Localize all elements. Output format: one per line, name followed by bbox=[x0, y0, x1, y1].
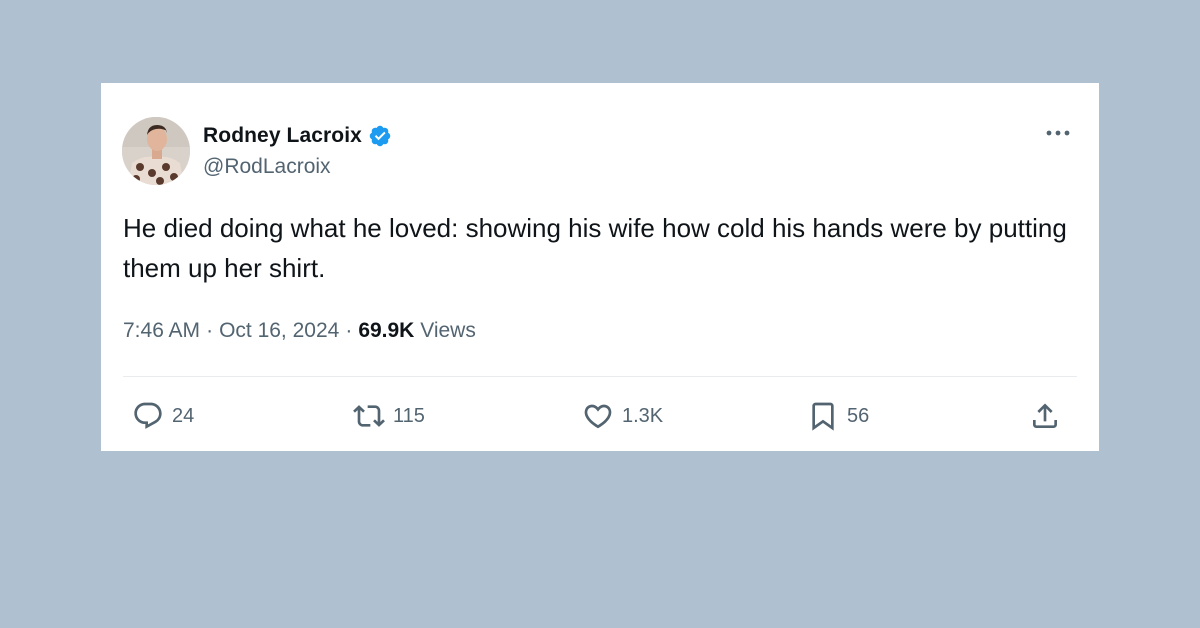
tweet-time[interactable]: 7:46 AM bbox=[123, 319, 200, 342]
tweet-text: He died doing what he loved: showing his… bbox=[123, 213, 1067, 283]
share-upload-icon bbox=[1033, 403, 1057, 428]
author-handle[interactable]: @RodLacroix bbox=[203, 155, 331, 179]
more-options-button[interactable] bbox=[1043, 121, 1073, 145]
reply-bubble-icon bbox=[134, 402, 162, 429]
tweet-metadata: 7:46 AM · Oct 16, 2024 · 69.9K Views bbox=[123, 319, 476, 343]
bookmark-button[interactable]: 56 bbox=[807, 396, 869, 436]
heart-icon bbox=[584, 404, 612, 429]
bookmark-icon bbox=[812, 402, 834, 431]
avatar-image bbox=[122, 117, 190, 185]
tweet-date[interactable]: Oct 16, 2024 bbox=[219, 319, 339, 342]
verified-badge-icon bbox=[368, 124, 392, 148]
avatar[interactable] bbox=[122, 117, 190, 185]
views-count[interactable]: 69.9K bbox=[358, 319, 414, 342]
retweet-icon bbox=[353, 405, 385, 427]
meta-separator: · bbox=[206, 319, 214, 342]
meta-separator: · bbox=[345, 319, 353, 342]
more-horizontal-icon bbox=[1046, 130, 1070, 136]
reply-count: 24 bbox=[172, 404, 195, 427]
like-button[interactable]: 1.3K bbox=[582, 396, 663, 436]
bookmark-count: 56 bbox=[847, 404, 870, 427]
action-bar: 24 115 1.3K 56 bbox=[101, 396, 1099, 436]
reply-button[interactable]: 24 bbox=[132, 396, 194, 436]
divider bbox=[123, 376, 1077, 377]
like-count: 1.3K bbox=[622, 404, 664, 427]
author-name-row: Rodney Lacroix bbox=[203, 121, 392, 151]
display-name[interactable]: Rodney Lacroix bbox=[203, 124, 362, 148]
tweet-card: Rodney Lacroix @RodLacroix He died doing… bbox=[101, 83, 1099, 451]
views-label: Views bbox=[420, 319, 476, 342]
retweet-count: 115 bbox=[393, 404, 425, 427]
retweet-button[interactable]: 115 bbox=[353, 396, 425, 436]
share-button[interactable] bbox=[1029, 396, 1061, 436]
